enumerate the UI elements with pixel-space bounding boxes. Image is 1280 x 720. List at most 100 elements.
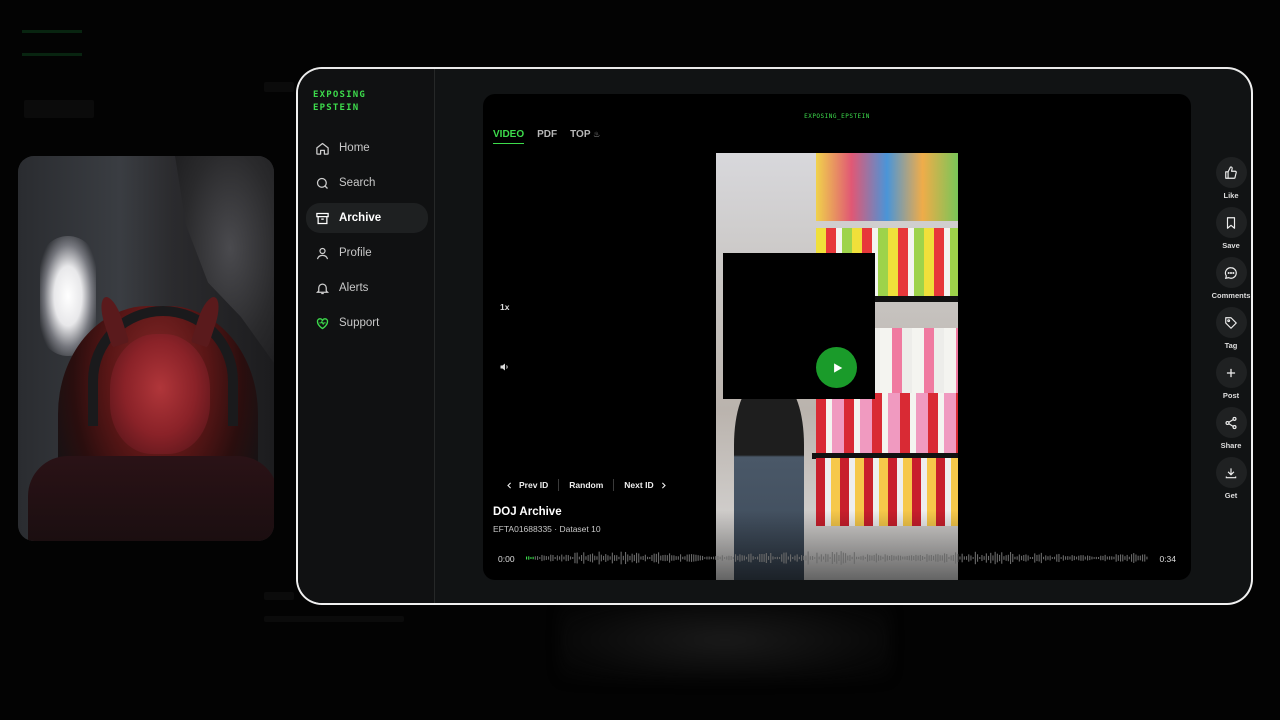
- waveform-bar: [1073, 555, 1075, 561]
- brand-logo[interactable]: EXPOSING EPSTEIN: [313, 89, 366, 115]
- waveform-bar: [825, 553, 827, 563]
- waveform-bar: [686, 554, 688, 562]
- waveform-bar: [792, 556, 794, 560]
- waveform-bar: [561, 554, 563, 562]
- waveform-bar: [682, 556, 684, 560]
- speaker-icon: [500, 363, 508, 371]
- waveform-bar: [1018, 554, 1020, 562]
- waveform-bar: [768, 556, 770, 560]
- waveform-bar: [845, 553, 847, 563]
- next-id-button[interactable]: Next ID: [614, 480, 677, 490]
- waveform-bar: [961, 553, 963, 563]
- waveform-bar: [647, 556, 649, 560]
- waveform-bar: [1117, 555, 1119, 561]
- waveform-bar: [581, 554, 583, 562]
- waveform-bar: [856, 556, 858, 560]
- waveform-bar: [1120, 554, 1122, 562]
- waveform-bar: [559, 556, 561, 560]
- waveform-bar: [732, 556, 734, 560]
- waveform-bar: [858, 556, 860, 560]
- waveform-bar: [534, 556, 536, 560]
- thumbs-up-icon: [1225, 165, 1237, 179]
- waveform-bar: [671, 555, 673, 561]
- waveform-bar: [655, 553, 657, 563]
- waveform-bar: [959, 556, 961, 560]
- tag-button[interactable]: Tag: [1206, 307, 1251, 350]
- prev-id-label: Prev ID: [519, 480, 549, 490]
- tab-pdf[interactable]: PDF: [537, 129, 557, 144]
- waveform-bar: [618, 556, 620, 560]
- waveform-bar: [908, 555, 910, 561]
- waveform-bar: [862, 555, 864, 561]
- waveform-bar: [849, 555, 851, 561]
- waveform-bar: [1069, 556, 1071, 560]
- waveform-bar: [1014, 556, 1016, 560]
- waveform-bar: [831, 552, 833, 564]
- waveform-bar: [713, 556, 715, 560]
- video-frame[interactable]: [716, 153, 958, 580]
- playback-speed-button[interactable]: 1x: [500, 302, 509, 312]
- waveform-bar: [820, 554, 822, 562]
- comment-icon: [1224, 266, 1237, 279]
- sidebar-item-home[interactable]: Home: [306, 133, 428, 163]
- waveform-bar: [763, 554, 765, 562]
- random-button[interactable]: Random: [559, 480, 613, 490]
- webcam-body: [28, 456, 274, 541]
- sidebar-item-alerts[interactable]: Alerts: [306, 273, 428, 303]
- waveform-bar: [1089, 555, 1091, 561]
- waveform-bar: [625, 551, 627, 565]
- waveform-bar: [1095, 556, 1097, 560]
- waveform-bar: [614, 555, 616, 561]
- waveform-bar: [688, 554, 690, 562]
- waveform-bar: [919, 554, 921, 562]
- waveform-bar: [1106, 556, 1108, 560]
- heart-icon: [314, 315, 330, 331]
- waveform-bar: [814, 557, 816, 559]
- comments-button[interactable]: Comments: [1206, 257, 1251, 300]
- tab-video[interactable]: VIDEO: [493, 129, 525, 144]
- waveform-bar: [545, 556, 547, 560]
- action-label: Save: [1222, 241, 1240, 250]
- waveform-bar: [609, 556, 611, 560]
- waveform-bar: [627, 554, 629, 562]
- waveform-bar: [1102, 555, 1104, 561]
- sidebar-item-support[interactable]: Support: [306, 308, 428, 338]
- app-window: EXPOSING EPSTEIN Home Search Archive Pro…: [296, 67, 1253, 605]
- waveform-bar: [999, 554, 1001, 562]
- post-button[interactable]: Post: [1206, 357, 1251, 400]
- sidebar-item-label: Home: [339, 142, 370, 154]
- waveform-bar: [594, 555, 596, 561]
- waveform-bar: [726, 556, 728, 560]
- prev-id-button[interactable]: Prev ID: [505, 480, 558, 490]
- waveform-bar: [950, 555, 952, 561]
- waveform-bar: [772, 556, 774, 560]
- sidebar-item-search[interactable]: Search: [306, 168, 428, 198]
- waveform-bar: [823, 556, 825, 560]
- save-button[interactable]: Save: [1206, 207, 1251, 250]
- like-button[interactable]: Like: [1206, 157, 1251, 200]
- volume-button[interactable]: [497, 359, 513, 375]
- play-button[interactable]: [816, 347, 857, 388]
- sidebar-item-label: Alerts: [339, 282, 369, 294]
- waveform-bar: [548, 556, 550, 560]
- waveform-bar: [886, 555, 888, 561]
- action-label: Get: [1224, 491, 1238, 500]
- video-shelf: [816, 393, 958, 461]
- waveform-bar: [724, 557, 726, 559]
- tab-top[interactable]: TOP ♨: [570, 129, 600, 144]
- waveform-bar: [739, 554, 741, 562]
- share-button[interactable]: Share: [1206, 407, 1251, 450]
- waveform-bar: [816, 552, 818, 564]
- waveform-bar: [875, 553, 877, 563]
- sidebar-item-profile[interactable]: Profile: [306, 238, 428, 268]
- waveform-bar: [583, 552, 585, 564]
- waveform-bar: [598, 551, 600, 565]
- waveform-bar: [974, 551, 976, 565]
- waveform-bar: [1067, 556, 1069, 560]
- waveform-bar: [834, 554, 836, 562]
- get-button[interactable]: Get: [1206, 457, 1251, 500]
- sidebar-item-archive[interactable]: Archive: [306, 203, 428, 233]
- waveform-bar: [537, 556, 539, 560]
- bookmark-icon: [1226, 216, 1236, 229]
- waveform-scrubber[interactable]: [526, 549, 1148, 567]
